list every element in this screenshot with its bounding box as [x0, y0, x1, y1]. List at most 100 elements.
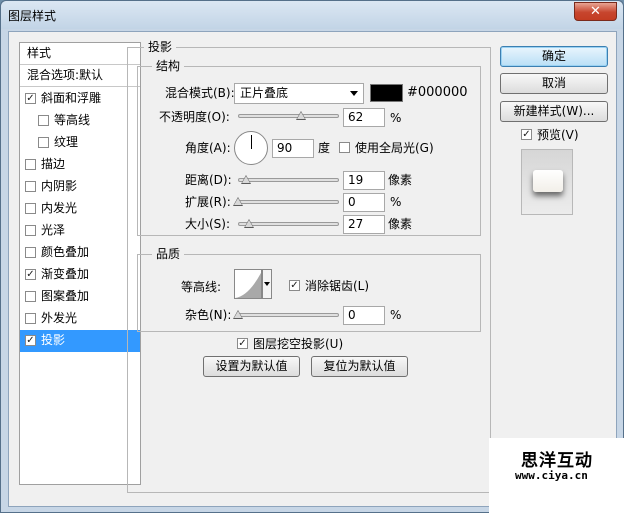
- blend-mode-value: 正片叠底: [240, 86, 289, 100]
- contour-picker-label: 等高线:: [181, 280, 222, 294]
- spread-slider-track[interactable]: [238, 200, 339, 204]
- angle-label: 角度(A):: [185, 141, 231, 155]
- inner-glow-checkbox[interactable]: [25, 203, 36, 214]
- blend-mode-select[interactable]: 正片叠底: [234, 83, 364, 104]
- stroke-label: 描边: [41, 157, 66, 171]
- opacity-slider-track[interactable]: [238, 114, 339, 118]
- anti-alias-label: 消除锯齿(L): [305, 279, 370, 293]
- cancel-button[interactable]: 取消: [500, 73, 608, 94]
- drop-shadow-title: 投影: [144, 40, 177, 54]
- contour-checkbox[interactable]: [38, 115, 49, 126]
- size-slider-thumb[interactable]: [243, 219, 254, 228]
- contour-dropdown-button[interactable]: [262, 269, 272, 299]
- opacity-slider-thumb[interactable]: [295, 111, 306, 120]
- global-light-checkbox[interactable]: [339, 142, 350, 153]
- opacity-unit: %: [390, 111, 402, 125]
- gradient-overlay-label: 渐变叠加: [41, 267, 90, 281]
- bevel-emboss-checkbox[interactable]: ✓: [25, 93, 36, 104]
- style-item-pattern-overlay[interactable]: 图案叠加: [20, 286, 140, 308]
- style-item-satin[interactable]: 光泽: [20, 220, 140, 242]
- window-title: 图层样式: [8, 9, 57, 23]
- style-list: 样式 混合选项:默认 ✓ 斜面和浮雕 等高线 纹理 描边 内阴影 内发光 光泽 …: [19, 42, 141, 485]
- satin-label: 光泽: [41, 223, 66, 237]
- noise-input[interactable]: 0: [343, 306, 385, 325]
- style-item-texture[interactable]: 纹理: [20, 132, 140, 154]
- distance-slider-track[interactable]: [238, 178, 339, 182]
- drop-shadow-label: 投影: [41, 333, 66, 347]
- shadow-color-hex: #000000: [407, 85, 468, 100]
- layer-style-dialog: 图层样式 ✕ 样式 混合选项:默认 ✓ 斜面和浮雕 等高线 纹理 描边 内阴影 …: [0, 0, 624, 513]
- knockout-checkbox[interactable]: ✓: [237, 338, 248, 349]
- noise-unit: %: [390, 308, 402, 322]
- shadow-color-swatch[interactable]: [370, 84, 403, 102]
- close-button[interactable]: ✕: [574, 2, 617, 21]
- inner-glow-label: 内发光: [41, 201, 78, 215]
- color-overlay-label: 颜色叠加: [41, 245, 90, 259]
- inner-shadow-checkbox[interactable]: [25, 181, 36, 192]
- distance-input[interactable]: 19: [343, 171, 385, 190]
- size-input[interactable]: 27: [343, 215, 385, 234]
- preview-checkbox[interactable]: ✓: [521, 129, 532, 140]
- opacity-input[interactable]: 62: [343, 108, 385, 127]
- new-style-button[interactable]: 新建样式(W)...: [500, 101, 608, 122]
- noise-label: 杂色(N):: [185, 308, 232, 322]
- color-overlay-checkbox[interactable]: [25, 247, 36, 258]
- quality-title: 品质: [152, 247, 185, 261]
- distance-unit: 像素: [388, 173, 413, 187]
- style-item-color-overlay[interactable]: 颜色叠加: [20, 242, 140, 264]
- contour-curve-icon: [235, 272, 261, 298]
- pattern-overlay-label: 图案叠加: [41, 289, 90, 303]
- ok-button[interactable]: 确定: [500, 46, 608, 67]
- outer-glow-checkbox[interactable]: [25, 313, 36, 324]
- stroke-checkbox[interactable]: [25, 159, 36, 170]
- style-item-contour[interactable]: 等高线: [20, 110, 140, 132]
- reset-default-button[interactable]: 复位为默认值: [311, 356, 408, 377]
- anti-alias-checkbox[interactable]: ✓: [289, 280, 300, 291]
- texture-label: 纹理: [54, 135, 79, 149]
- texture-checkbox[interactable]: [38, 137, 49, 148]
- noise-slider-thumb[interactable]: [233, 310, 243, 319]
- size-label: 大小(S):: [185, 217, 231, 231]
- opacity-label: 不透明度(O):: [159, 110, 230, 124]
- size-unit: 像素: [388, 217, 413, 231]
- blending-options-item[interactable]: 混合选项:默认: [20, 65, 140, 87]
- spread-unit: %: [390, 195, 402, 209]
- contour-thumbnail[interactable]: [234, 269, 262, 299]
- style-preview-thumbnail: [521, 149, 573, 215]
- blend-mode-label: 混合模式(B):: [165, 86, 235, 100]
- make-default-button[interactable]: 设置为默认值: [203, 356, 300, 377]
- style-item-gradient-overlay[interactable]: ✓ 渐变叠加: [20, 264, 140, 286]
- style-item-drop-shadow[interactable]: ✓ 投影: [20, 330, 140, 352]
- distance-slider-thumb[interactable]: [240, 175, 251, 184]
- style-list-header[interactable]: 样式: [20, 43, 140, 65]
- distance-label: 距离(D):: [185, 173, 232, 187]
- satin-checkbox[interactable]: [25, 225, 36, 236]
- style-item-outer-glow[interactable]: 外发光: [20, 308, 140, 330]
- style-item-bevel-emboss[interactable]: ✓ 斜面和浮雕: [20, 88, 140, 110]
- angle-input[interactable]: 90: [272, 139, 314, 158]
- bevel-emboss-label: 斜面和浮雕: [41, 91, 102, 105]
- style-item-stroke[interactable]: 描边: [20, 154, 140, 176]
- drop-shadow-checkbox[interactable]: ✓: [25, 335, 36, 346]
- gradient-overlay-checkbox[interactable]: ✓: [25, 269, 36, 280]
- preview-label: 预览(V): [537, 128, 579, 142]
- styles-header-label: 样式: [27, 46, 52, 60]
- spread-input[interactable]: 0: [343, 193, 385, 212]
- watermark-url: www.ciya.cn: [515, 469, 588, 482]
- noise-slider-track[interactable]: [238, 313, 339, 317]
- watermark-title: 思洋互动: [521, 451, 593, 471]
- outer-glow-label: 外发光: [41, 311, 78, 325]
- blending-options-label: 混合选项:默认: [27, 68, 104, 82]
- global-light-label: 使用全局光(G): [355, 141, 434, 155]
- dialog-client: 样式 混合选项:默认 ✓ 斜面和浮雕 等高线 纹理 描边 内阴影 内发光 光泽 …: [8, 31, 617, 507]
- style-item-inner-shadow[interactable]: 内阴影: [20, 176, 140, 198]
- pattern-overlay-checkbox[interactable]: [25, 291, 36, 302]
- spread-label: 扩展(R):: [185, 195, 231, 209]
- angle-unit: 度: [318, 141, 331, 155]
- angle-dial[interactable]: [234, 131, 268, 165]
- title-bar[interactable]: 图层样式 ✕: [1, 1, 623, 29]
- watermark-logo: 思洋互动 www.ciya.cn: [489, 438, 624, 513]
- spread-slider-thumb[interactable]: [233, 197, 243, 206]
- contour-label: 等高线: [54, 113, 91, 127]
- style-item-inner-glow[interactable]: 内发光: [20, 198, 140, 220]
